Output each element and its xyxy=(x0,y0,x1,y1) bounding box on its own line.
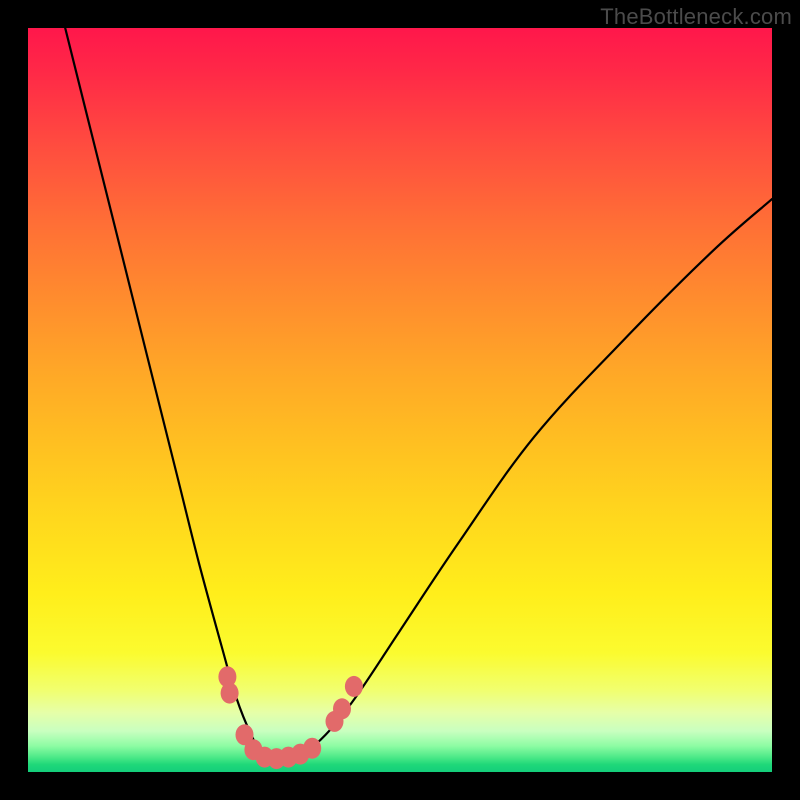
curve-marker xyxy=(333,698,351,719)
watermark-text: TheBottleneck.com xyxy=(600,4,792,30)
chart-frame xyxy=(28,28,772,772)
curve-marker xyxy=(221,683,239,704)
curve-marker xyxy=(303,738,321,759)
curve-markers xyxy=(28,28,772,772)
curve-marker xyxy=(345,676,363,697)
